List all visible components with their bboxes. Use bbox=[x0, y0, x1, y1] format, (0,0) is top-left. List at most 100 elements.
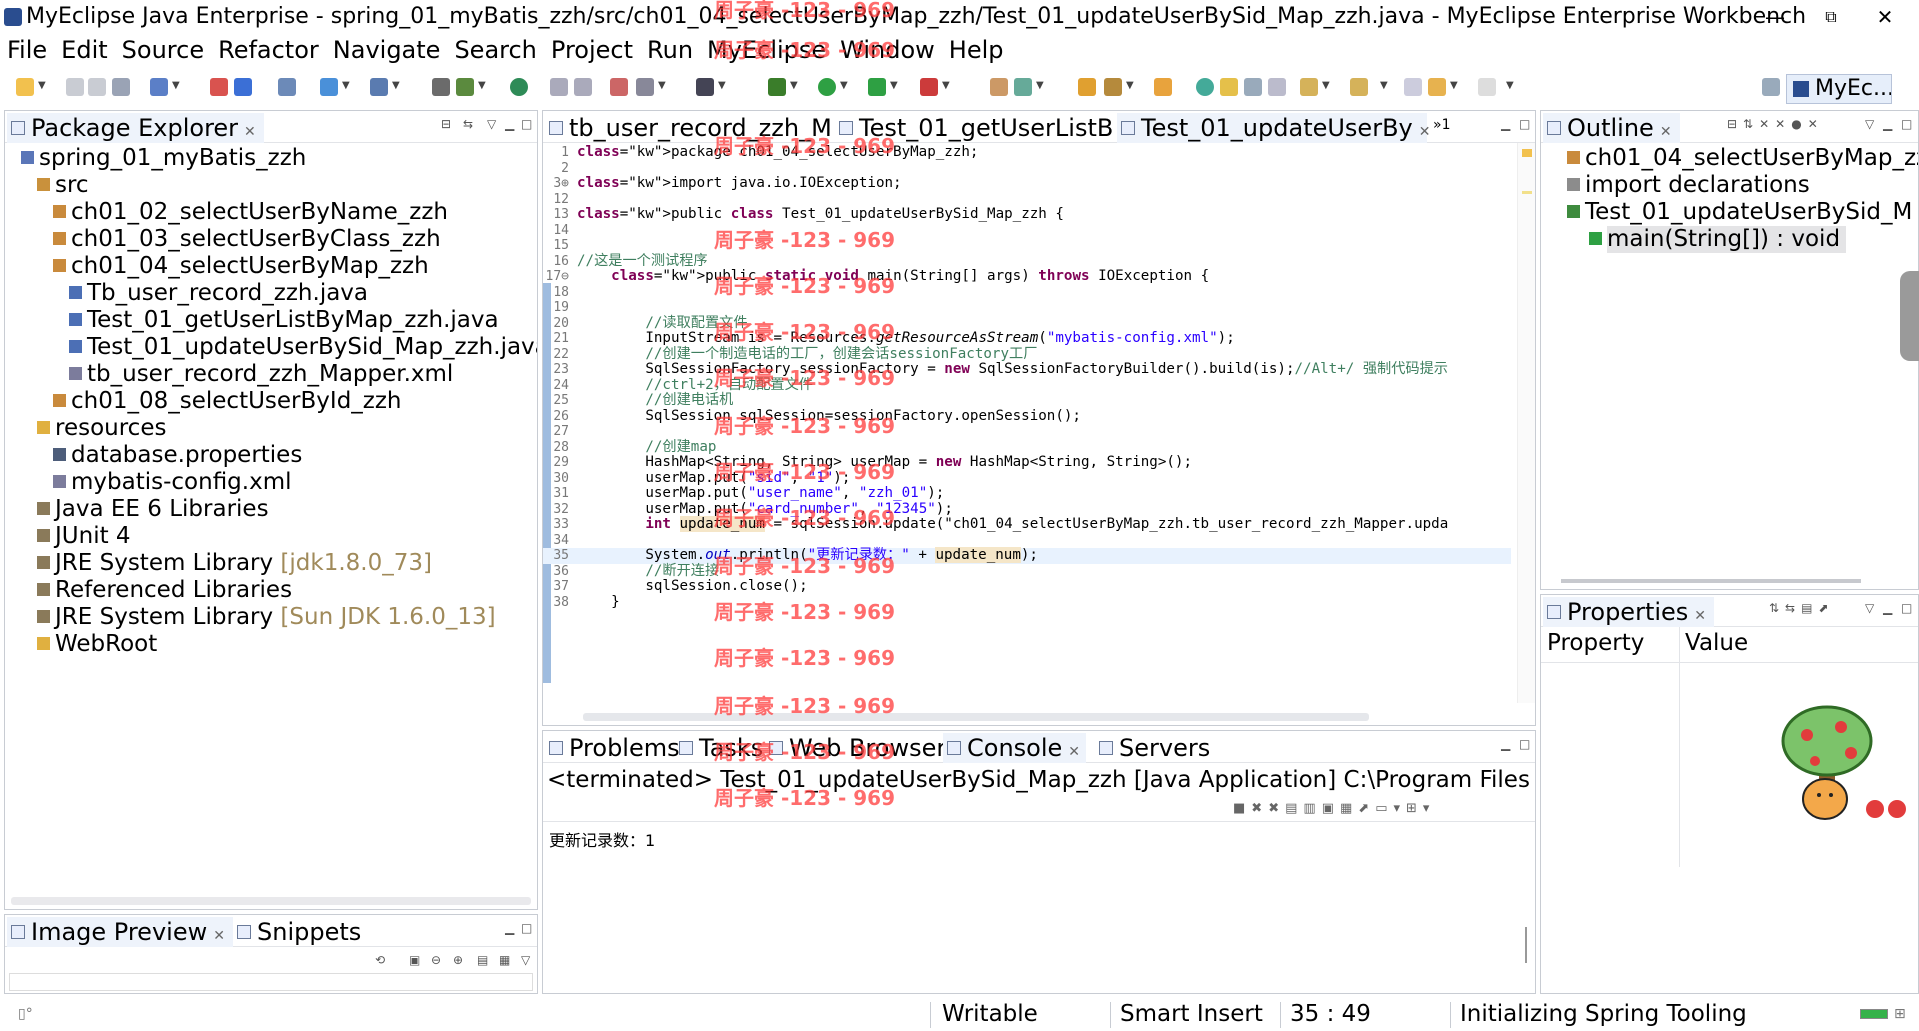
code-line[interactable]: 32 userMap.put("card_number", "12345"); bbox=[543, 501, 1511, 518]
link-editor-icon[interactable]: ⇆ bbox=[463, 117, 473, 131]
rotate-icon[interactable]: ▦ bbox=[499, 953, 510, 967]
overview-ruler[interactable] bbox=[1517, 143, 1535, 703]
code-line[interactable]: 33 int update_num = sqlSession.update("c… bbox=[543, 516, 1511, 533]
open-folder-icon[interactable] bbox=[1078, 78, 1096, 96]
code-line[interactable]: 37 sqlSession.close(); bbox=[543, 578, 1511, 595]
tree-item[interactable]: spring_01_myBatis_zzh bbox=[21, 145, 306, 172]
block-select-icon[interactable] bbox=[1268, 78, 1286, 96]
code-line[interactable]: 15 bbox=[543, 238, 1511, 254]
external-tools-icon[interactable] bbox=[920, 78, 938, 96]
last-edit-icon[interactable] bbox=[1404, 78, 1422, 96]
code-line[interactable]: 14 bbox=[543, 223, 1511, 239]
scroll-lock-icon[interactable]: ▥ bbox=[1303, 801, 1321, 816]
tab-snippets[interactable]: Snippets bbox=[233, 917, 361, 947]
tree-item[interactable]: mybatis-config.xml bbox=[53, 469, 292, 496]
outline-item[interactable]: import declarations bbox=[1567, 172, 1810, 199]
tree-item[interactable]: WebRoot bbox=[37, 631, 157, 658]
next-annotation-icon[interactable] bbox=[1300, 78, 1318, 96]
minimize-view-icon[interactable]: ▁ bbox=[1501, 117, 1510, 131]
highlight-icon[interactable] bbox=[1220, 78, 1238, 96]
maximize-view-icon[interactable]: □ bbox=[1901, 601, 1912, 615]
progress-bar[interactable] bbox=[1860, 1009, 1888, 1019]
code-line[interactable]: 27 bbox=[543, 424, 1511, 440]
refresh-icon[interactable] bbox=[1014, 78, 1032, 96]
code-line[interactable]: 12 bbox=[543, 192, 1511, 208]
restore-button[interactable]: ⧉ bbox=[1803, 0, 1859, 34]
code-line[interactable]: 26 SqlSession sqlSession=sessionFactory.… bbox=[543, 408, 1511, 425]
terminal-icon[interactable] bbox=[696, 78, 714, 96]
code-line[interactable]: 36 //断开连接 bbox=[543, 563, 1511, 580]
tree-item[interactable]: Tb_user_record_zzh.java bbox=[69, 280, 368, 307]
close-icon[interactable]: ✕ bbox=[1694, 608, 1706, 624]
code-line[interactable]: 22 //创建一个制造电话的工厂，创建会话sessionFactory工厂 bbox=[543, 346, 1511, 363]
view-menu-icon[interactable]: ▽ bbox=[487, 117, 496, 131]
menu-search[interactable]: Search bbox=[447, 34, 543, 66]
search-icon[interactable] bbox=[370, 78, 388, 96]
tree-item[interactable]: Test_01_updateUserBySid_Map_zzh.java bbox=[69, 334, 537, 361]
link-icon[interactable] bbox=[550, 78, 568, 96]
tab-overflow-button[interactable]: »1 bbox=[1433, 117, 1450, 133]
tree-item[interactable]: JRE System Library [jdk1.8.0_73] bbox=[37, 550, 432, 577]
tab-image-preview[interactable]: Image Preview ✕ bbox=[7, 917, 233, 947]
deploy-icon[interactable] bbox=[210, 78, 228, 96]
show-on-output-icon[interactable]: ▣ bbox=[1322, 801, 1340, 816]
print-icon[interactable] bbox=[112, 78, 130, 96]
editor-horizontal-scrollbar[interactable] bbox=[583, 713, 1369, 721]
menu-myeclipse[interactable]: MyEclipse bbox=[700, 34, 833, 66]
pencil-icon[interactable] bbox=[1104, 78, 1122, 96]
tab-tasks[interactable]: Tasks bbox=[675, 733, 763, 763]
toggle-icon[interactable] bbox=[1154, 78, 1172, 96]
minimize-view-icon[interactable]: ▁ bbox=[1883, 117, 1892, 131]
maximize-view-icon[interactable]: □ bbox=[1519, 737, 1530, 751]
code-line[interactable]: 31 userMap.put("user_name", "zzh_01"); bbox=[543, 485, 1511, 502]
tree-item[interactable]: JRE System Library [Sun JDK 1.6.0_13] bbox=[37, 604, 496, 631]
maximize-view-icon[interactable]: □ bbox=[521, 921, 532, 935]
code-line[interactable]: 30 userMap.put("sid", "1"); bbox=[543, 470, 1511, 487]
outline-item[interactable]: main(String[]) : void bbox=[1589, 226, 1847, 253]
save-icon[interactable] bbox=[66, 78, 84, 96]
properties-toolbar-icons[interactable]: ⇅⇆▤⬈ bbox=[1769, 601, 1835, 615]
outline-toolbar-icons[interactable]: ⊟⇅✕✕●✕ bbox=[1727, 117, 1824, 131]
maximize-view-icon[interactable]: □ bbox=[1901, 117, 1912, 131]
gear-icon[interactable] bbox=[636, 78, 654, 96]
tab-tb-user-record-mapper[interactable]: tb_user_record_zzh_M bbox=[545, 113, 832, 143]
view-menu-icon[interactable]: ▽ bbox=[521, 953, 530, 967]
view-menu-icon[interactable]: ▽ bbox=[1865, 117, 1874, 131]
remove-launch-icon[interactable]: ✖ bbox=[1251, 801, 1268, 816]
new-console-icon[interactable]: ⊞▾ bbox=[1406, 801, 1435, 816]
menu-source[interactable]: Source bbox=[115, 34, 211, 66]
column-property[interactable]: Property bbox=[1547, 630, 1644, 656]
tab-package-explorer[interactable]: Package Explorer ✕ bbox=[7, 113, 264, 143]
tree-item[interactable]: Referenced Libraries bbox=[37, 577, 292, 604]
prev-annotation-icon[interactable] bbox=[1350, 78, 1368, 96]
save-all-icon[interactable] bbox=[88, 78, 106, 96]
tree-item[interactable]: ch01_08_selectUserById_zzh bbox=[53, 388, 402, 415]
close-button[interactable]: ✕ bbox=[1857, 0, 1913, 34]
close-icon[interactable]: ✕ bbox=[244, 124, 256, 140]
code-line[interactable]: 16 //这是一个测试程序 bbox=[543, 253, 1511, 270]
display-console-icon[interactable]: ▭▾ bbox=[1375, 801, 1406, 816]
collapse-all-icon[interactable]: ⊟ bbox=[441, 117, 451, 131]
tree-item[interactable]: Java EE 6 Libraries bbox=[37, 496, 269, 523]
code-line[interactable]: 35 System.out.println("更新记录数：" + update_… bbox=[543, 547, 1511, 564]
view-menu-icon[interactable]: ▽ bbox=[1865, 601, 1874, 615]
show-whitespace-icon[interactable] bbox=[1244, 78, 1262, 96]
close-icon[interactable]: ✕ bbox=[1660, 124, 1672, 140]
new-class-icon[interactable] bbox=[990, 78, 1008, 96]
debug-icon[interactable] bbox=[768, 78, 786, 96]
console-vertical-scrollbar[interactable] bbox=[1525, 927, 1527, 963]
minimize-button[interactable]: — bbox=[1747, 0, 1803, 34]
tree-item[interactable]: Test_01_getUserListByMap_zzh.java bbox=[69, 307, 499, 334]
unlink-icon[interactable] bbox=[574, 78, 592, 96]
minimize-view-icon[interactable]: ▁ bbox=[1501, 737, 1510, 751]
perspective-myeclipse-button[interactable]: MyEc... bbox=[1786, 74, 1892, 104]
tab-properties[interactable]: Properties ✕ bbox=[1543, 597, 1715, 627]
menu-file[interactable]: File bbox=[0, 34, 54, 66]
maximize-view-icon[interactable]: □ bbox=[1519, 117, 1530, 131]
menu-edit[interactable]: Edit bbox=[54, 34, 114, 66]
code-line[interactable]: 21 InputStream is = Resources.getResourc… bbox=[543, 330, 1511, 347]
minimize-view-icon[interactable]: ▁ bbox=[505, 921, 514, 935]
actual-size-icon[interactable]: ▤ bbox=[477, 953, 488, 967]
code-line[interactable]: 19 bbox=[543, 300, 1511, 316]
tab-web-browser[interactable]: Web Browser bbox=[765, 733, 946, 763]
